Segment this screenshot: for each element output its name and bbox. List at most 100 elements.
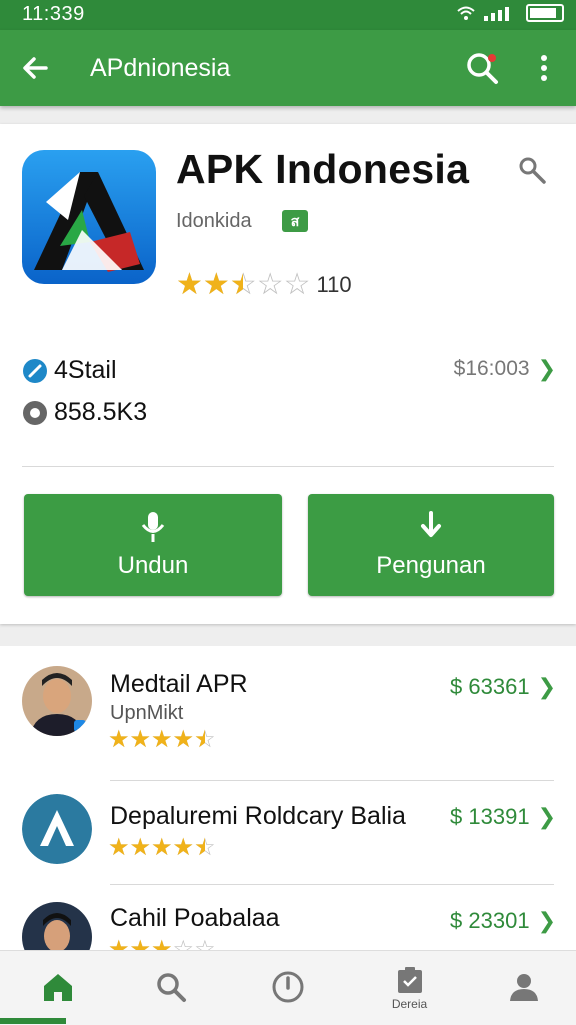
chevron-right-icon: ❯ [537,356,556,381]
star-fill: ★ [129,836,152,860]
share-icon[interactable] [514,152,554,192]
star-icon: ★ ★ [151,834,173,861]
home-icon [43,974,72,1001]
list-item-price: $ 63361 ❯ [450,674,556,700]
star-icon: ☆★ [194,834,216,861]
price-value: $16:003 [453,357,530,380]
search-icon[interactable] [462,48,502,88]
avatar [22,666,92,736]
mic-icon [141,512,165,542]
list-item-rating: ★★★★★★★★☆★ [108,836,216,860]
status-bar: 11:339 [0,0,576,30]
compass-icon [272,971,303,1003]
star-icon: ★ ★ [108,834,130,861]
app-bar-title: APdnionesia [90,54,231,82]
download-button[interactable]: Undun [24,494,282,596]
nav-active-indicator [0,1018,66,1024]
list-item-subtitle: UpnMikt [110,702,184,724]
nav-search[interactable] [113,951,228,1025]
list-item-title: Depaluremi Roldcary Balia [110,802,406,830]
star-fill: ★ [129,728,152,752]
price-value: $ 13391 [450,804,530,829]
star-fill: ★ [151,836,173,860]
storage-icon [23,400,47,425]
star-icon: ★ ★ [129,834,152,861]
install-button[interactable]: Pengunan [308,494,554,596]
size-label: 858.5K3 [54,398,148,426]
status-time: 11:339 [22,3,85,25]
star-fill: ★ [202,270,230,300]
star-icon: ☆ [283,268,311,301]
related-apps-list: Medtail APR UpnMikt ★★★★★★★★☆★ $ 63361 ❯… [0,646,576,956]
star-icon: ★ ★ [172,834,195,861]
rating-count: 110 [316,272,352,297]
profile-icon [509,974,538,1001]
edit-icon [23,358,47,383]
list-item-title: Cahil Poabalaa [110,904,280,932]
divider [110,884,554,885]
install-label: Pengunan [376,552,486,579]
list-item-title: Medtail APR [110,670,248,698]
star-icon: ☆★ [194,726,216,753]
star-icon: ★ ★ [176,268,203,301]
chevron-right-icon: ❯ [537,674,556,699]
status-icons [456,4,564,22]
chevron-right-icon: ❯ [537,908,556,933]
size-stat: 858.5K3 [22,398,147,427]
star-icon: ★ ★ [151,726,173,753]
person-avatar-icon [22,666,92,736]
star-icon: ★ ★ [172,726,195,753]
avatar [22,794,92,864]
bottom-navigation: Dereia [0,950,576,1025]
chevron-right-icon: ❯ [537,804,556,829]
star-fill: ★ [108,728,130,752]
list-item-price: $ 13391 ❯ [450,804,556,830]
back-arrow-icon[interactable] [16,48,56,88]
signal-icon [484,7,509,21]
app-bar: APdnionesia [0,30,576,106]
price-value: $ 63361 [450,674,530,699]
list-item[interactable]: Depaluremi Roldcary Balia ★★★★★★★★☆★ $ 1… [0,786,576,890]
price-link[interactable]: $16:003 ❯ [454,356,556,382]
battery-icon [526,4,564,22]
list-item-price: $ 23301 ❯ [450,908,556,934]
list-item[interactable]: Medtail APR UpnMikt ★★★★★★★★☆★ $ 63361 ❯ [0,660,576,764]
more-vert-icon[interactable] [528,48,560,88]
developer-name[interactable]: Idonkida [176,210,252,233]
star-fill: ★ [194,836,205,860]
download-label: Undun [117,552,189,579]
nav-label: Dereia [391,997,428,1011]
person-avatar-icon [22,902,92,956]
star-icon: ★ ★ [202,268,230,301]
nav-library[interactable]: Dereia [352,951,467,1025]
star-icon: ★ ★ [108,726,130,753]
nav-explore[interactable] [230,951,345,1025]
star-fill: ★ [230,270,243,300]
developer-badge: ส [282,210,308,232]
star-fill: ★ [172,836,195,860]
nav-home[interactable] [0,951,115,1025]
clipboard-icon [397,967,422,993]
divider [22,466,554,467]
star-fill: ★ [176,270,203,300]
version-stat: 4Stail [22,356,117,385]
app-logo-icon [22,794,92,864]
list-item-rating: ★★★★★★★★☆★ [108,728,216,752]
download-arrow-icon [421,511,441,537]
list-item[interactable]: Cahil Poabalaa ★ ★ ★ ★ ★ ★ ☆ ☆ $ 23301 ❯ [0,890,576,956]
star-fill: ★ [194,728,205,752]
star-icon: ★ ★ [129,726,152,753]
star-fill: ★ [172,728,195,752]
wifi-icon [457,6,475,20]
nav-profile[interactable] [466,951,576,1025]
version-label: 4Stail [54,356,117,384]
divider [110,780,554,781]
star-fill: ★ [108,836,130,860]
avatar [22,902,92,956]
app-rating: ★★★★☆★☆☆ 110 [176,270,352,300]
star-icon: ☆★ [229,268,257,301]
rating-stars: ★★★★☆★☆☆ [176,270,311,300]
app-detail-card: APK Indonesia Idonkida ส ★★★★☆★☆☆ 110 4S… [0,124,576,624]
star-icon: ☆ [256,268,284,301]
app-logo-icon [22,150,156,284]
